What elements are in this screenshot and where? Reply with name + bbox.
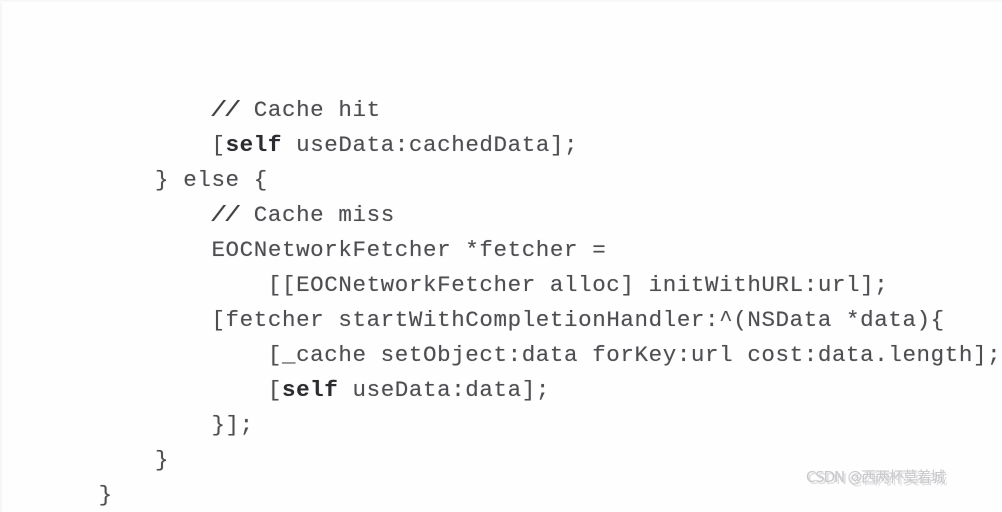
code-line-text: [_cache setObject:data forKey:url cost:d… [267,342,1002,368]
code-line-text: }]; [211,412,254,438]
code-line-text: [self useData:cachedData]; [211,132,579,158]
code-line-directive: @end [14,478,994,512]
code-line-indent [99,97,212,123]
code-line-indent [99,272,268,298]
code-line-text: } else { [155,167,268,193]
code-line-indent [99,202,212,228]
code-line-text: [self useData:data]; [267,377,550,403]
code-line-indent [99,132,212,158]
code-line-text: // Cache hit [211,97,381,123]
code-line-text: EOCNetworkFetcher *fetcher = [211,237,607,263]
code-line: // Cache hit [14,58,994,123]
code-line-indent [99,377,268,403]
code-line-text: [fetcher startWithCompletionHandler:^(NS… [211,307,945,333]
scanned-code-page: // Cache hit [self useData:cachedData]; … [0,0,1002,512]
code-line-text: } [98,482,113,508]
code-line-text: } [155,447,170,473]
scan-edge-left [0,0,3,512]
code-line-indent [99,307,212,333]
code-line-indent [99,412,212,438]
code-line-text: // Cache miss [211,202,395,228]
code-line-text: [[EOCNetworkFetcher alloc] initWithURL:u… [267,272,889,298]
code-listing: // Cache hit [self useData:cachedData]; … [14,58,1001,512]
code-line-indent [99,237,212,263]
scan-edge-top [0,0,1002,3]
code-line-indent [99,342,268,368]
code-line-indent [99,167,155,193]
code-line-indent [99,447,155,473]
